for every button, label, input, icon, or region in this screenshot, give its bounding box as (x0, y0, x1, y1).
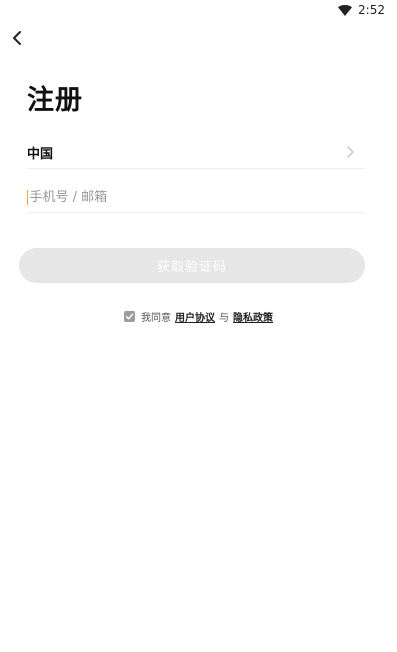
status-bar: 2:52 (0, 0, 397, 22)
wifi-icon (338, 4, 353, 16)
agreement-and: 与 (219, 313, 229, 324)
agreement-row: 我同意 用户协议 与 隐私政策 (0, 309, 397, 324)
page-title: 注册 (27, 85, 83, 116)
status-time: 2:52 (358, 3, 385, 17)
back-button[interactable] (7, 28, 27, 48)
country-label: 中国 (27, 146, 54, 162)
agreement-prefix: 我同意 (141, 313, 171, 324)
get-verification-code-button[interactable]: 获取验证码 (19, 248, 365, 283)
privacy-policy-link[interactable]: 隐私政策 (233, 309, 273, 324)
country-selector[interactable]: 中国 (27, 136, 365, 169)
phone-field-row (27, 182, 365, 213)
status-right: 2:52 (338, 3, 385, 17)
check-icon (125, 313, 134, 320)
phone-email-input[interactable] (29, 189, 365, 205)
text-cursor (27, 189, 29, 205)
user-agreement-link[interactable]: 用户协议 (175, 309, 215, 324)
chevron-right-icon (347, 146, 354, 158)
agree-checkbox[interactable] (124, 311, 135, 322)
chevron-left-icon (13, 31, 21, 45)
